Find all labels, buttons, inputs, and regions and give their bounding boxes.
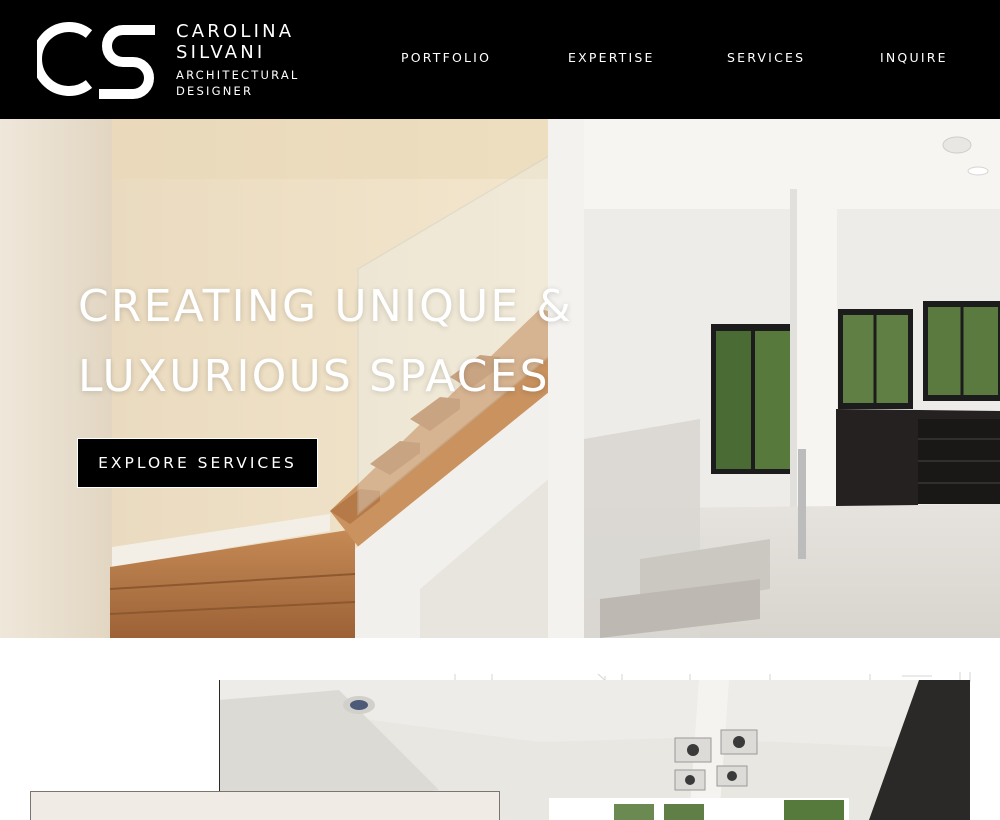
hero-title: CREATING UNIQUE & LUXURIOUS SPACES <box>78 272 573 412</box>
hero-title-line2: LUXURIOUS SPACES <box>78 351 550 402</box>
lower-section <box>0 638 1000 820</box>
explore-services-button[interactable]: EXPLORE SERVICES <box>77 438 318 488</box>
logo-role-line2: DESIGNER <box>176 84 254 98</box>
hero-title-line1: CREATING UNIQUE & <box>78 281 574 332</box>
logo-role-line1: ARCHITECTURAL <box>176 68 300 82</box>
nav-services[interactable]: SERVICES <box>727 50 805 65</box>
hero-section: CREATING UNIQUE & LUXURIOUS SPACES EXPLO… <box>0 119 1000 638</box>
logo-name-line1: CAROLINA <box>176 21 295 42</box>
nav-expertise[interactable]: EXPERTISE <box>568 50 655 65</box>
architectural-sketch-decoration <box>454 672 971 682</box>
site-header: CAROLINA SILVANI ARCHITECTURAL DESIGNER … <box>0 0 1000 119</box>
intro-card <box>30 791 500 820</box>
main-nav: PORTFOLIO EXPERTISE SERVICES INQUIRE <box>0 50 1000 66</box>
nav-inquire[interactable]: INQUIRE <box>880 50 948 65</box>
nav-portfolio[interactable]: PORTFOLIO <box>401 50 491 65</box>
